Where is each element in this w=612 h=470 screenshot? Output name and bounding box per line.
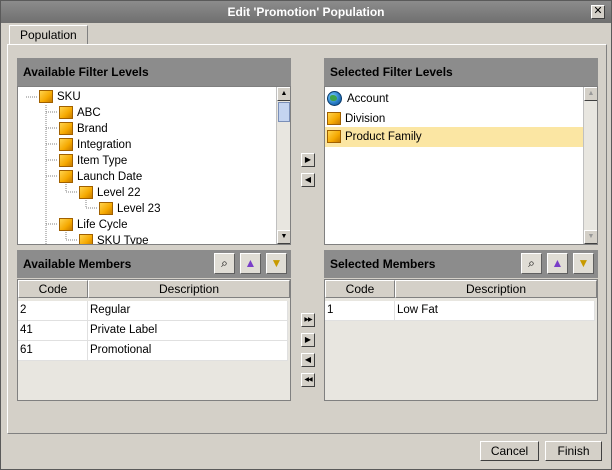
- scroll-down-button[interactable]: ▼: [277, 230, 290, 244]
- arrow-right-icon: ▶: [304, 335, 312, 344]
- folder-icon: [327, 112, 341, 126]
- selected-scrollbar[interactable]: ▲ ▼: [583, 87, 597, 244]
- move-all-members-right-button[interactable]: ▶▶: [301, 313, 315, 327]
- scroll-up-button[interactable]: ▲: [277, 87, 290, 101]
- globe-icon: [327, 91, 342, 107]
- selected-members-title: Selected Members: [330, 257, 436, 271]
- level-icon: [59, 154, 73, 168]
- hierarchy-button[interactable]: ▲: [240, 253, 261, 274]
- tree-node-level-22[interactable]: Level 22: [79, 185, 140, 201]
- table-row-code[interactable]: 61: [18, 341, 88, 361]
- selected-filter-levels-header: Selected Filter Levels: [324, 58, 598, 86]
- cancel-button[interactable]: Cancel: [480, 441, 539, 461]
- column-header-description[interactable]: Description: [395, 280, 597, 298]
- search-icon: ⌕: [528, 256, 535, 270]
- table-row-description[interactable]: Promotional: [88, 341, 288, 361]
- hierarchy-button[interactable]: ▲: [547, 253, 568, 274]
- tree-node-item-type[interactable]: Item Type: [59, 153, 127, 169]
- level-icon: [59, 218, 73, 232]
- tree-node-abc[interactable]: ABC: [59, 105, 101, 121]
- arrow-left-icon: ◀: [304, 175, 312, 184]
- table-row-description[interactable]: Low Fat: [395, 301, 595, 321]
- double-arrow-left-icon: ◀◀: [304, 377, 312, 383]
- level-icon: [79, 234, 93, 244]
- search-members-button[interactable]: ⌕: [521, 253, 542, 274]
- move-all-members-left-button[interactable]: ◀◀: [301, 373, 315, 387]
- level-icon: [59, 170, 73, 184]
- tab-label: Population: [20, 28, 77, 42]
- scroll-down-icon: ▼: [280, 233, 288, 240]
- window-title: Edit 'Promotion' Population: [227, 5, 385, 19]
- selected-members-grid[interactable]: Code Description 1 Low Fat: [324, 279, 598, 401]
- hierarchy-icon: ▲: [551, 256, 564, 270]
- level-icon: [59, 122, 73, 136]
- available-members-grid[interactable]: Code Description 2 Regular 41 Private La…: [17, 279, 291, 401]
- filter-button[interactable]: ▼: [573, 253, 594, 274]
- available-filter-tree[interactable]: SKU ABC Brand Integration Item Type Laun…: [17, 86, 291, 245]
- close-button[interactable]: ✕: [591, 5, 605, 19]
- selected-level-account[interactable]: Account: [327, 89, 582, 109]
- table-row-description[interactable]: Regular: [88, 301, 288, 321]
- column-header-code[interactable]: Code: [18, 280, 88, 298]
- level-icon: [99, 202, 113, 216]
- available-filter-levels-title: Available Filter Levels: [23, 65, 149, 79]
- search-members-button[interactable]: ⌕: [214, 253, 235, 274]
- level-icon: [79, 186, 93, 200]
- table-row-code[interactable]: 2: [18, 301, 88, 321]
- tree-node-life-cycle[interactable]: Life Cycle: [59, 217, 128, 233]
- tree-scrollbar[interactable]: ▲ ▼: [276, 87, 290, 244]
- tree-node-brand[interactable]: Brand: [59, 121, 108, 137]
- selected-filter-list[interactable]: Account Division Product Family ▲ ▼: [324, 86, 598, 245]
- selected-level-product-family[interactable]: Product Family: [325, 127, 583, 147]
- selected-level-division[interactable]: Division: [327, 109, 582, 129]
- scroll-up-icon: ▲: [280, 90, 288, 97]
- selected-filter-levels-title: Selected Filter Levels: [330, 65, 453, 79]
- arrow-left-icon: ◀: [304, 355, 312, 364]
- close-icon: ✕: [593, 5, 603, 17]
- column-header-code[interactable]: Code: [325, 280, 395, 298]
- level-icon: [59, 138, 73, 152]
- table-row-code[interactable]: 1: [325, 301, 395, 321]
- tree-connector-lines: [26, 96, 98, 244]
- move-member-right-button[interactable]: ▶: [301, 333, 315, 347]
- filter-icon: ▼: [270, 256, 283, 270]
- move-level-left-button[interactable]: ◀: [301, 173, 315, 187]
- tree-node-sku-type[interactable]: SKU Type: [79, 233, 149, 244]
- scroll-up-button[interactable]: ▲: [584, 87, 597, 101]
- tab-population[interactable]: Population: [9, 25, 88, 45]
- table-row-code[interactable]: 41: [18, 321, 88, 341]
- scroll-thumb[interactable]: [278, 102, 290, 122]
- move-level-right-button[interactable]: ▶: [301, 153, 315, 167]
- level-icon: [39, 90, 53, 104]
- level-icon: [59, 106, 73, 120]
- tree-node-launch-date[interactable]: Launch Date: [59, 169, 142, 185]
- filter-button[interactable]: ▼: [266, 253, 287, 274]
- tree-node-integration[interactable]: Integration: [59, 137, 131, 153]
- scroll-down-button[interactable]: ▼: [584, 230, 597, 244]
- tree-node-level-23[interactable]: Level 23: [99, 201, 160, 217]
- hierarchy-icon: ▲: [244, 256, 257, 270]
- move-member-left-button[interactable]: ◀: [301, 353, 315, 367]
- available-filter-levels-header: Available Filter Levels: [17, 58, 291, 86]
- double-arrow-right-icon: ▶▶: [304, 317, 312, 323]
- tree-node-sku[interactable]: SKU: [39, 89, 81, 105]
- title-bar: Edit 'Promotion' Population ✕: [1, 1, 611, 23]
- column-header-description[interactable]: Description: [88, 280, 290, 298]
- arrow-right-icon: ▶: [304, 155, 312, 164]
- available-members-title: Available Members: [23, 257, 132, 271]
- search-icon: ⌕: [221, 256, 228, 270]
- finish-button[interactable]: Finish: [545, 441, 602, 461]
- filter-icon: ▼: [577, 256, 590, 270]
- table-row-description[interactable]: Private Label: [88, 321, 288, 341]
- scroll-up-icon: ▲: [587, 90, 595, 97]
- folder-icon: [327, 130, 341, 144]
- scroll-down-icon: ▼: [587, 233, 595, 240]
- dialog-window: Edit 'Promotion' Population ✕ Population…: [0, 0, 612, 470]
